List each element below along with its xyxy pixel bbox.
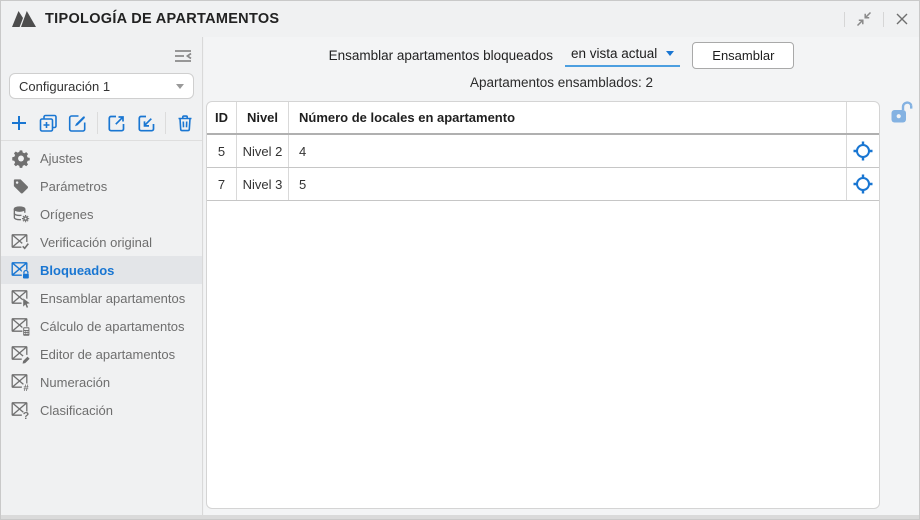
locate-crosshair-icon bbox=[852, 173, 874, 195]
column-header-actions bbox=[846, 102, 879, 133]
apartment-hash-icon: # bbox=[11, 373, 31, 392]
export-configuration-button[interactable] bbox=[106, 113, 127, 134]
collapse-sidebar-icon bbox=[174, 48, 192, 64]
titlebar-separator bbox=[844, 12, 845, 27]
lock-toggle-button[interactable] bbox=[889, 100, 913, 132]
column-header-nivel: Nivel bbox=[237, 102, 289, 133]
sidebar-nav: Ajustes Parámetros bbox=[1, 144, 202, 424]
sidebar-item-calculo-de-apartamentos[interactable]: Cálculo de apartamentos bbox=[1, 312, 202, 340]
configuration-select[interactable]: Configuración 1 bbox=[9, 73, 194, 99]
view-scope-select[interactable]: en vista actual bbox=[565, 43, 680, 67]
delete-configuration-button[interactable] bbox=[175, 113, 195, 134]
import-configuration-button[interactable] bbox=[136, 113, 157, 134]
table-row[interactable]: 7 Nivel 3 5 bbox=[207, 168, 879, 201]
sidebar-item-ajustes[interactable]: Ajustes bbox=[1, 144, 202, 172]
column-header-id: ID bbox=[207, 102, 237, 133]
column-header-locales: Número de locales en apartamento bbox=[289, 102, 846, 133]
chevron-down-icon bbox=[666, 51, 674, 56]
table-header-row: ID Nivel Número de locales en apartament… bbox=[207, 102, 879, 135]
title-bar: TIPOLOGÍA DE APARTAMENTOS bbox=[1, 1, 919, 37]
view-scope-value: en vista actual bbox=[571, 46, 657, 61]
sidebar-item-numeracion[interactable]: # Numeración bbox=[1, 368, 202, 396]
locate-row-button[interactable] bbox=[852, 140, 874, 162]
sidebar-item-label: Clasificación bbox=[40, 403, 113, 418]
sidebar-item-label: Ensamblar apartamentos bbox=[40, 291, 185, 306]
sidebar-item-label: Verificación original bbox=[40, 235, 152, 250]
sidebar-item-label: Ajustes bbox=[40, 151, 83, 166]
table-row[interactable]: 5 Nivel 2 4 bbox=[207, 135, 879, 168]
apartment-calculator-icon bbox=[11, 317, 31, 336]
add-icon bbox=[9, 113, 29, 133]
import-icon bbox=[136, 113, 157, 134]
sidebar-item-label: Numeración bbox=[40, 375, 110, 390]
toolbar-separator bbox=[97, 112, 98, 134]
sidebar-item-parametros[interactable]: Parámetros bbox=[1, 172, 202, 200]
assemble-button[interactable]: Ensamblar bbox=[692, 42, 794, 69]
locate-row-button[interactable] bbox=[852, 173, 874, 195]
cell-nivel: Nivel 3 bbox=[237, 168, 289, 200]
tag-icon bbox=[11, 177, 31, 196]
sidebar-item-verificacion-original[interactable]: Verificación original bbox=[1, 228, 202, 256]
cell-nivel: Nivel 2 bbox=[237, 135, 289, 167]
sidebar-item-label: Parámetros bbox=[40, 179, 107, 194]
add-configuration-button[interactable] bbox=[9, 113, 29, 133]
configuration-toolbar bbox=[1, 107, 203, 139]
window-title: TIPOLOGÍA DE APARTAMENTOS bbox=[45, 11, 279, 27]
edit-configuration-button[interactable] bbox=[67, 113, 88, 134]
configuration-select-value: Configuración 1 bbox=[19, 79, 176, 94]
blocked-apartments-panel: ID Nivel Número de locales en apartament… bbox=[206, 101, 880, 509]
toolbar-separator bbox=[165, 112, 166, 134]
sidebar: Configuración 1 bbox=[1, 37, 203, 519]
assemble-label: Ensamblar apartamentos bloqueados bbox=[329, 48, 553, 63]
apartment-pencil-icon bbox=[11, 345, 31, 364]
duplicate-configuration-button[interactable] bbox=[38, 113, 59, 134]
sidebar-item-ensamblar-apartamentos[interactable]: Ensamblar apartamentos bbox=[1, 284, 202, 312]
trash-icon bbox=[175, 113, 195, 134]
main-area: Ensamblar apartamentos bloqueados en vis… bbox=[204, 37, 919, 519]
sidebar-divider bbox=[1, 140, 202, 141]
duplicate-icon bbox=[38, 113, 59, 134]
sidebar-item-origenes[interactable]: Orígenes bbox=[1, 200, 202, 228]
app-window: TIPOLOGÍA DE APARTAMENTOS bbox=[0, 0, 920, 520]
sidebar-item-clasificacion[interactable]: ? Clasificación bbox=[1, 396, 202, 424]
sidebar-item-label: Editor de apartamentos bbox=[40, 347, 175, 362]
cell-locales: 5 bbox=[289, 168, 846, 200]
sidebar-item-bloqueados[interactable]: Bloqueados bbox=[1, 256, 202, 284]
sidebar-item-label: Bloqueados bbox=[40, 263, 114, 278]
restore-window-button[interactable] bbox=[856, 11, 872, 27]
gear-icon bbox=[11, 149, 31, 168]
restore-window-icon bbox=[856, 11, 872, 27]
titlebar-separator bbox=[883, 12, 884, 27]
chevron-down-icon bbox=[176, 84, 184, 89]
sidebar-item-editor-de-apartamentos[interactable]: Editor de apartamentos bbox=[1, 340, 202, 368]
cell-id: 5 bbox=[207, 135, 237, 167]
edit-icon bbox=[67, 113, 88, 134]
locate-crosshair-icon bbox=[852, 140, 874, 162]
apartment-lock-icon bbox=[11, 261, 31, 280]
unlock-icon bbox=[889, 100, 913, 127]
sidebar-item-label: Cálculo de apartamentos bbox=[40, 319, 185, 334]
apartment-check-icon bbox=[11, 233, 31, 252]
cell-id: 7 bbox=[207, 168, 237, 200]
svg-text:#: # bbox=[23, 383, 29, 392]
export-icon bbox=[106, 113, 127, 134]
svg-text:?: ? bbox=[23, 410, 29, 420]
cell-locales: 4 bbox=[289, 135, 846, 167]
close-window-button[interactable] bbox=[895, 12, 909, 26]
collapse-sidebar-button[interactable] bbox=[174, 48, 192, 69]
apartment-question-icon: ? bbox=[11, 401, 31, 420]
assemble-controls-row: Ensamblar apartamentos bloqueados en vis… bbox=[204, 40, 919, 70]
apartment-cursor-icon bbox=[11, 289, 31, 308]
app-logo-icon bbox=[11, 8, 37, 30]
assembled-count-label: Apartamentos ensamblados: 2 bbox=[204, 75, 919, 90]
database-gear-icon bbox=[11, 205, 31, 224]
sidebar-item-label: Orígenes bbox=[40, 207, 93, 222]
window-bottom-edge bbox=[1, 515, 919, 519]
close-icon bbox=[895, 12, 909, 26]
